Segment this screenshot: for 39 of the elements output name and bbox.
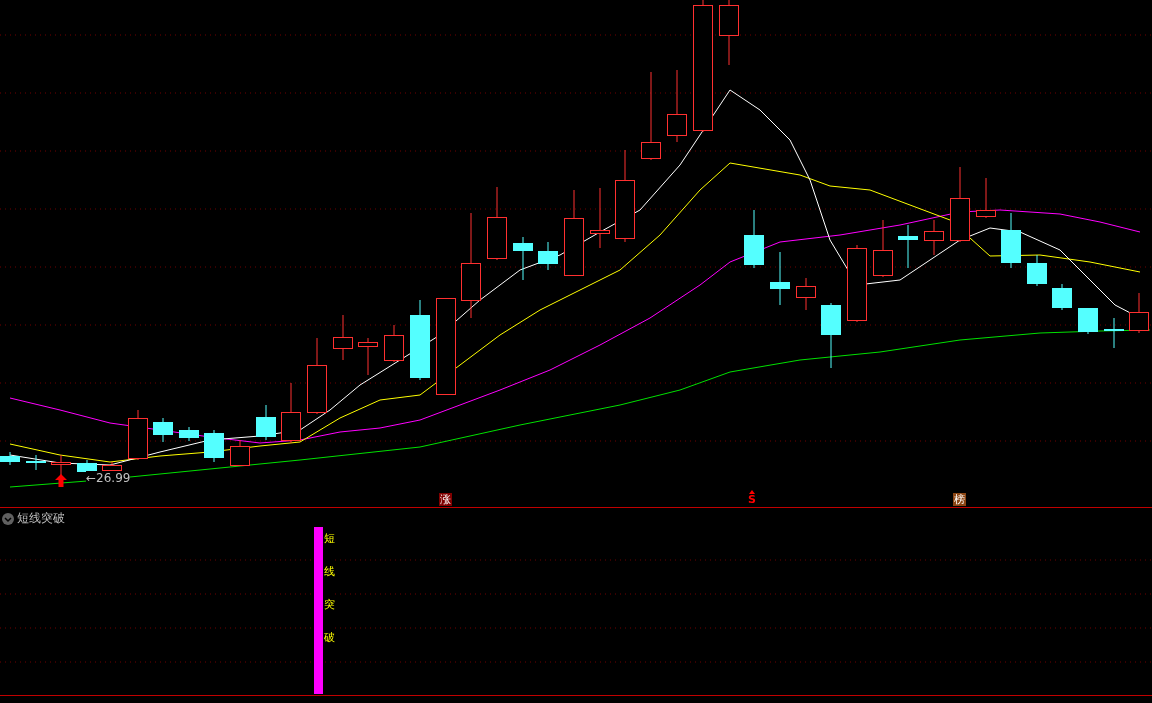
candlestick bbox=[128, 409, 148, 461]
candlestick bbox=[1129, 292, 1149, 334]
candlestick bbox=[179, 426, 199, 442]
candlestick bbox=[1104, 317, 1124, 349]
candlestick bbox=[256, 404, 276, 441]
candlestick bbox=[358, 337, 378, 376]
candlestick bbox=[333, 314, 353, 361]
up-arrow-icon bbox=[55, 474, 67, 487]
up-triangle-icon bbox=[748, 490, 755, 494]
candlestick bbox=[0, 451, 20, 466]
signal-badge: 榜 bbox=[953, 493, 966, 506]
candlestick bbox=[898, 224, 918, 269]
candlestick bbox=[102, 461, 122, 473]
candlestick bbox=[77, 459, 97, 475]
candlestick bbox=[230, 439, 250, 467]
candlestick bbox=[1078, 307, 1098, 335]
candlestick bbox=[26, 454, 46, 471]
candlestick bbox=[976, 177, 996, 219]
candlestick bbox=[1001, 212, 1021, 269]
candlestick bbox=[1052, 283, 1072, 311]
candlestick bbox=[744, 209, 764, 269]
signal-badge: 涨 bbox=[439, 493, 452, 506]
candlestick bbox=[153, 417, 173, 443]
candlestick bbox=[873, 219, 893, 278]
candlestick bbox=[590, 187, 610, 249]
candlestick bbox=[1027, 254, 1047, 287]
candlestick bbox=[924, 219, 944, 256]
collapse-icon[interactable] bbox=[2, 512, 14, 525]
candlestick bbox=[821, 302, 841, 369]
candlestick bbox=[538, 241, 558, 271]
candlestick bbox=[204, 429, 224, 463]
candlestick bbox=[281, 382, 301, 444]
candlestick bbox=[384, 324, 404, 363]
candlestick bbox=[513, 236, 533, 281]
sell-signal-label: S bbox=[748, 494, 756, 505]
indicator-title: 短线突破 bbox=[17, 510, 65, 527]
low-price-label: ←26.99 bbox=[86, 471, 131, 485]
candlestick bbox=[770, 251, 790, 306]
candlestick bbox=[796, 277, 816, 311]
